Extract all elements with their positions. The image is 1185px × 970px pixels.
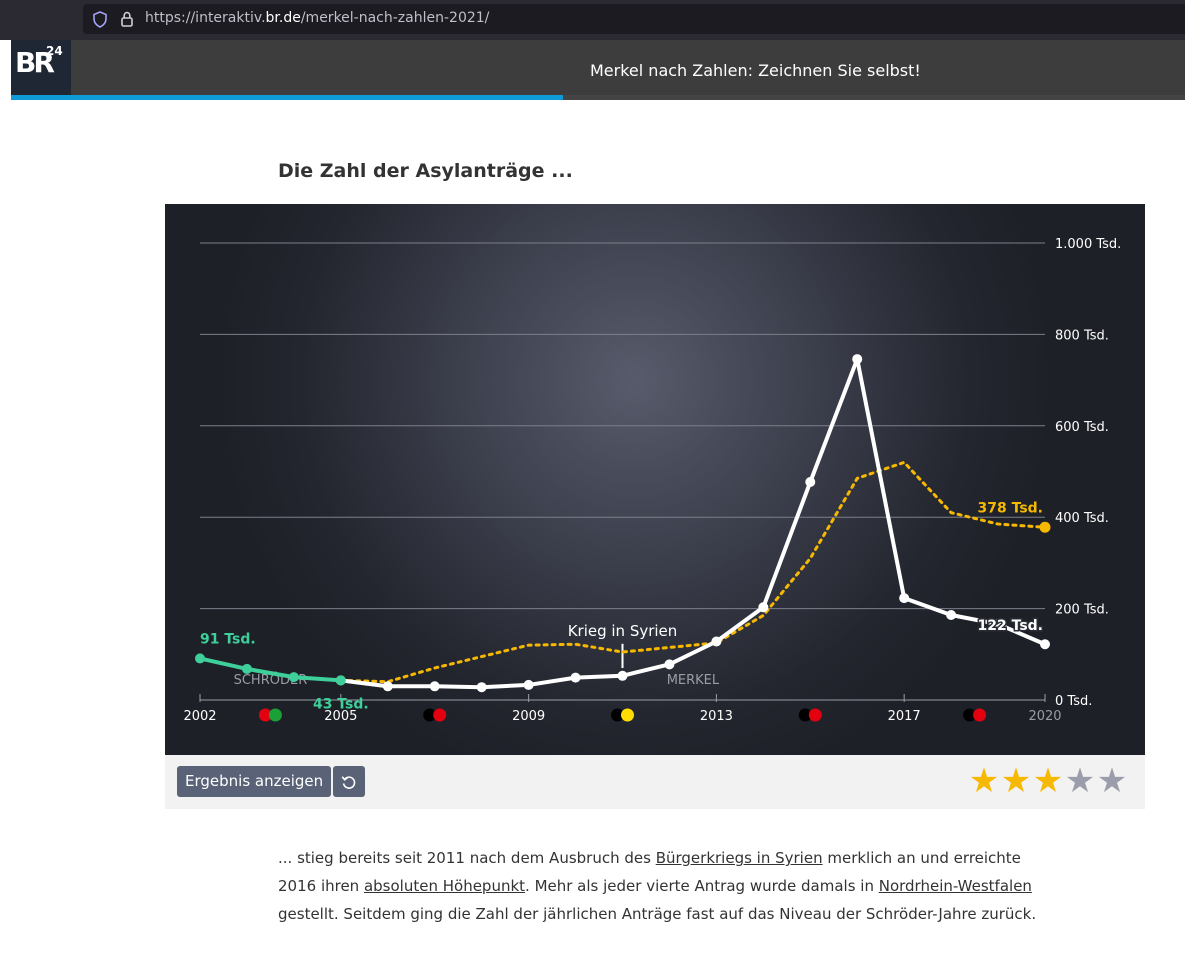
series-actual-point	[523, 679, 534, 690]
series-actual-point	[758, 602, 769, 613]
value-label: 122 Tsd.	[978, 618, 1043, 634]
url-text[interactable]: https://interaktiv.br.de/merkel-nach-zah…	[145, 10, 489, 26]
value-label: 378 Tsd.	[978, 500, 1043, 516]
progress-bar	[11, 95, 1185, 100]
reset-button[interactable]	[333, 766, 365, 797]
rating-star: ★	[968, 761, 1000, 801]
link-nrw[interactable]: Nordrhein-Westfalen	[879, 877, 1032, 895]
series-actual-line	[340, 357, 1046, 690]
link-buergerkrieg[interactable]: Bürgerkriegs in Syrien	[656, 849, 823, 867]
rating-star: ★	[1032, 761, 1064, 801]
series-actual-point	[570, 672, 581, 683]
value-label: 43 Tsd.	[313, 696, 369, 712]
series-actual-point	[899, 593, 910, 604]
series-actual-point	[852, 354, 863, 365]
y-tick-label: 400 Tsd.	[1055, 511, 1109, 526]
coalition-dot	[268, 708, 282, 722]
series-actual-point	[805, 477, 816, 488]
value-label: 91 Tsd.	[200, 631, 256, 647]
site-header: BR 24 Merkel nach Zahlen: Zeichnen Sie s…	[11, 40, 1185, 100]
series-given-point	[288, 672, 299, 683]
x-tick-label: 2020	[1028, 709, 1061, 724]
series-actual-point	[1040, 639, 1050, 650]
progress-fill	[11, 95, 563, 100]
y-tick-label: 800 Tsd.	[1055, 328, 1109, 343]
series-given-point	[241, 663, 252, 674]
x-tick-label: 2009	[512, 709, 545, 724]
y-tick-label: 200 Tsd.	[1055, 603, 1109, 618]
rating-stars: ★★★★★	[968, 764, 1128, 798]
era-label: MERKEL	[667, 673, 720, 688]
chart-svg[interactable]: 0 Tsd. 200 Tsd. 400 Tsd. 600 Tsd. 800 Tsd. 1.…	[165, 204, 1145, 755]
lock-icon[interactable]	[120, 11, 134, 31]
rating-star: ★	[1000, 761, 1032, 801]
quiz-heading: Die Zahl der Asylanträge ...	[278, 160, 573, 182]
chart-controls: Ergebnis anzeigen ★★★★★	[165, 755, 1145, 809]
annotation-label: Krieg in Syrien	[568, 622, 678, 640]
coalition-dot	[433, 708, 447, 722]
br24-logo[interactable]: BR 24	[11, 40, 71, 95]
series-actual-point	[429, 681, 440, 692]
rating-star: ★	[1064, 761, 1096, 801]
explanation-text: ... stieg bereits seit 2011 nach dem Aus…	[278, 849, 1037, 923]
browser-toolbar: https://interaktiv.br.de/merkel-nach-zah…	[0, 0, 1185, 40]
x-tick-label: 2013	[700, 709, 733, 724]
rating-star: ★	[1096, 761, 1128, 801]
coalition-dot	[621, 708, 634, 722]
series-actual-point	[476, 682, 487, 693]
series-actual-point	[617, 670, 628, 681]
series-actual-point	[946, 609, 957, 620]
series-given-point	[195, 653, 205, 664]
series-given-point	[335, 675, 346, 686]
x-tick-label: 2002	[183, 709, 216, 724]
y-tick-label: 1.000 Tsd.	[1055, 237, 1121, 252]
x-tick-label: 2017	[888, 709, 921, 724]
series-user-line	[339, 460, 1047, 684]
coalition-dot	[808, 708, 822, 722]
reset-icon	[341, 776, 356, 789]
header-title: Merkel nach Zahlen: Zeichnen Sie selbst!	[590, 61, 921, 80]
series-actual-point	[664, 659, 675, 670]
series-user-endpoint	[1039, 521, 1051, 533]
link-hoehepunkt[interactable]: absoluten Höhepunkt	[364, 877, 525, 895]
draw-chart[interactable]: 0 Tsd. 200 Tsd. 400 Tsd. 600 Tsd. 800 Tsd. 1.…	[165, 204, 1145, 755]
url-bar[interactable]: https://interaktiv.br.de/merkel-nach-zah…	[83, 4, 1185, 34]
series-actual-point	[711, 636, 722, 647]
y-tick-label: 600 Tsd.	[1055, 420, 1109, 435]
series-actual-point	[382, 681, 393, 692]
y-tick-label: 0 Tsd.	[1055, 694, 1092, 709]
show-result-button[interactable]: Ergebnis anzeigen	[177, 766, 332, 797]
coalition-dot	[973, 708, 987, 722]
shield-icon[interactable]	[92, 11, 108, 32]
